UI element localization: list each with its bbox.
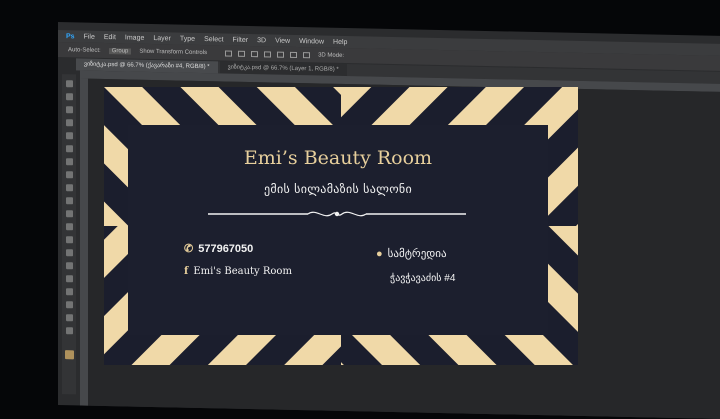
move-tool-icon[interactable] bbox=[65, 80, 73, 88]
menu-3d[interactable]: 3D bbox=[257, 37, 266, 44]
healing-tool-icon[interactable] bbox=[65, 158, 73, 166]
stamp-tool-icon[interactable] bbox=[65, 184, 73, 192]
facebook-icon: f bbox=[184, 266, 189, 277]
distribute-icon[interactable] bbox=[303, 51, 311, 58]
ornament-divider bbox=[208, 211, 466, 217]
align-tools bbox=[225, 49, 311, 58]
align-bottom-icon[interactable] bbox=[251, 50, 259, 57]
align-top-icon[interactable] bbox=[225, 49, 233, 57]
lasso-tool-icon[interactable] bbox=[65, 106, 73, 114]
menu-file[interactable]: File bbox=[84, 33, 95, 40]
location-pin-icon: ● bbox=[376, 247, 383, 260]
path-select-tool-icon[interactable] bbox=[65, 288, 73, 296]
business-card[interactable]: Emi’s Beauty Room ემის სილამაზის სალონი … bbox=[104, 87, 578, 365]
menu-select[interactable]: Select bbox=[204, 36, 223, 43]
menu-layer[interactable]: Layer bbox=[153, 34, 171, 41]
align-left-icon[interactable] bbox=[264, 50, 272, 57]
street-address: ჭავჭავაძის #4 bbox=[390, 273, 455, 284]
menu-type[interactable]: Type bbox=[180, 35, 195, 42]
blur-tool-icon[interactable] bbox=[65, 236, 73, 244]
menu-filter[interactable]: Filter bbox=[233, 36, 249, 43]
phone-icon: ✆ bbox=[184, 243, 194, 255]
dodge-tool-icon[interactable] bbox=[65, 249, 73, 257]
tools-panel bbox=[62, 74, 76, 395]
city-name: სამტრედია bbox=[387, 248, 447, 260]
eraser-tool-icon[interactable] bbox=[65, 210, 73, 218]
eyedropper-tool-icon[interactable] bbox=[65, 145, 73, 153]
align-right-icon[interactable] bbox=[290, 51, 298, 58]
card-center-panel: Emi’s Beauty Room ემის სილამაზის სალონი … bbox=[128, 125, 548, 335]
card-title: Emi’s Beauty Room bbox=[243, 147, 433, 169]
align-middle-icon[interactable] bbox=[238, 50, 246, 57]
phone-number: 577967050 bbox=[198, 242, 254, 255]
auto-select-checkbox[interactable]: Auto-Select: bbox=[68, 47, 101, 54]
type-tool-icon[interactable] bbox=[65, 275, 73, 283]
shape-tool-icon[interactable] bbox=[65, 301, 73, 309]
quick-select-tool-icon[interactable] bbox=[65, 119, 73, 127]
pen-tool-icon[interactable] bbox=[65, 262, 73, 270]
facebook-contact: f Emi's Beauty Room bbox=[184, 266, 292, 277]
align-center-icon[interactable] bbox=[277, 51, 285, 58]
photoshop-logo: Ps bbox=[66, 32, 75, 40]
menu-view[interactable]: View bbox=[275, 37, 290, 44]
phone-contact: ✆ 577967050 bbox=[184, 242, 254, 256]
foreground-color-swatch[interactable] bbox=[64, 350, 74, 360]
menu-image[interactable]: Image bbox=[125, 34, 144, 41]
mode-3d-label: 3D Mode: bbox=[318, 51, 345, 59]
menu-window[interactable]: Window bbox=[299, 38, 324, 46]
history-brush-icon[interactable] bbox=[65, 197, 73, 205]
street-name: ჭავჭავაძის #4 bbox=[390, 273, 456, 284]
zoom-tool-icon[interactable] bbox=[65, 327, 73, 335]
ruler-left bbox=[80, 78, 88, 409]
location-contact: ● სამტრედია bbox=[376, 247, 447, 261]
card-subtitle: ემის სილამაზის სალონი bbox=[263, 182, 413, 196]
menu-help[interactable]: Help bbox=[333, 38, 347, 45]
facebook-name: Emi's Beauty Room bbox=[193, 266, 292, 277]
gradient-tool-icon[interactable] bbox=[65, 223, 73, 231]
brush-tool-icon[interactable] bbox=[65, 171, 73, 179]
hand-tool-icon[interactable] bbox=[65, 314, 73, 322]
menu-edit[interactable]: Edit bbox=[104, 33, 116, 40]
crop-tool-icon[interactable] bbox=[65, 132, 73, 140]
group-select[interactable]: Group bbox=[108, 47, 132, 55]
marquee-tool-icon[interactable] bbox=[65, 93, 73, 101]
show-transform-checkbox[interactable]: Show Transform Controls bbox=[139, 48, 207, 55]
